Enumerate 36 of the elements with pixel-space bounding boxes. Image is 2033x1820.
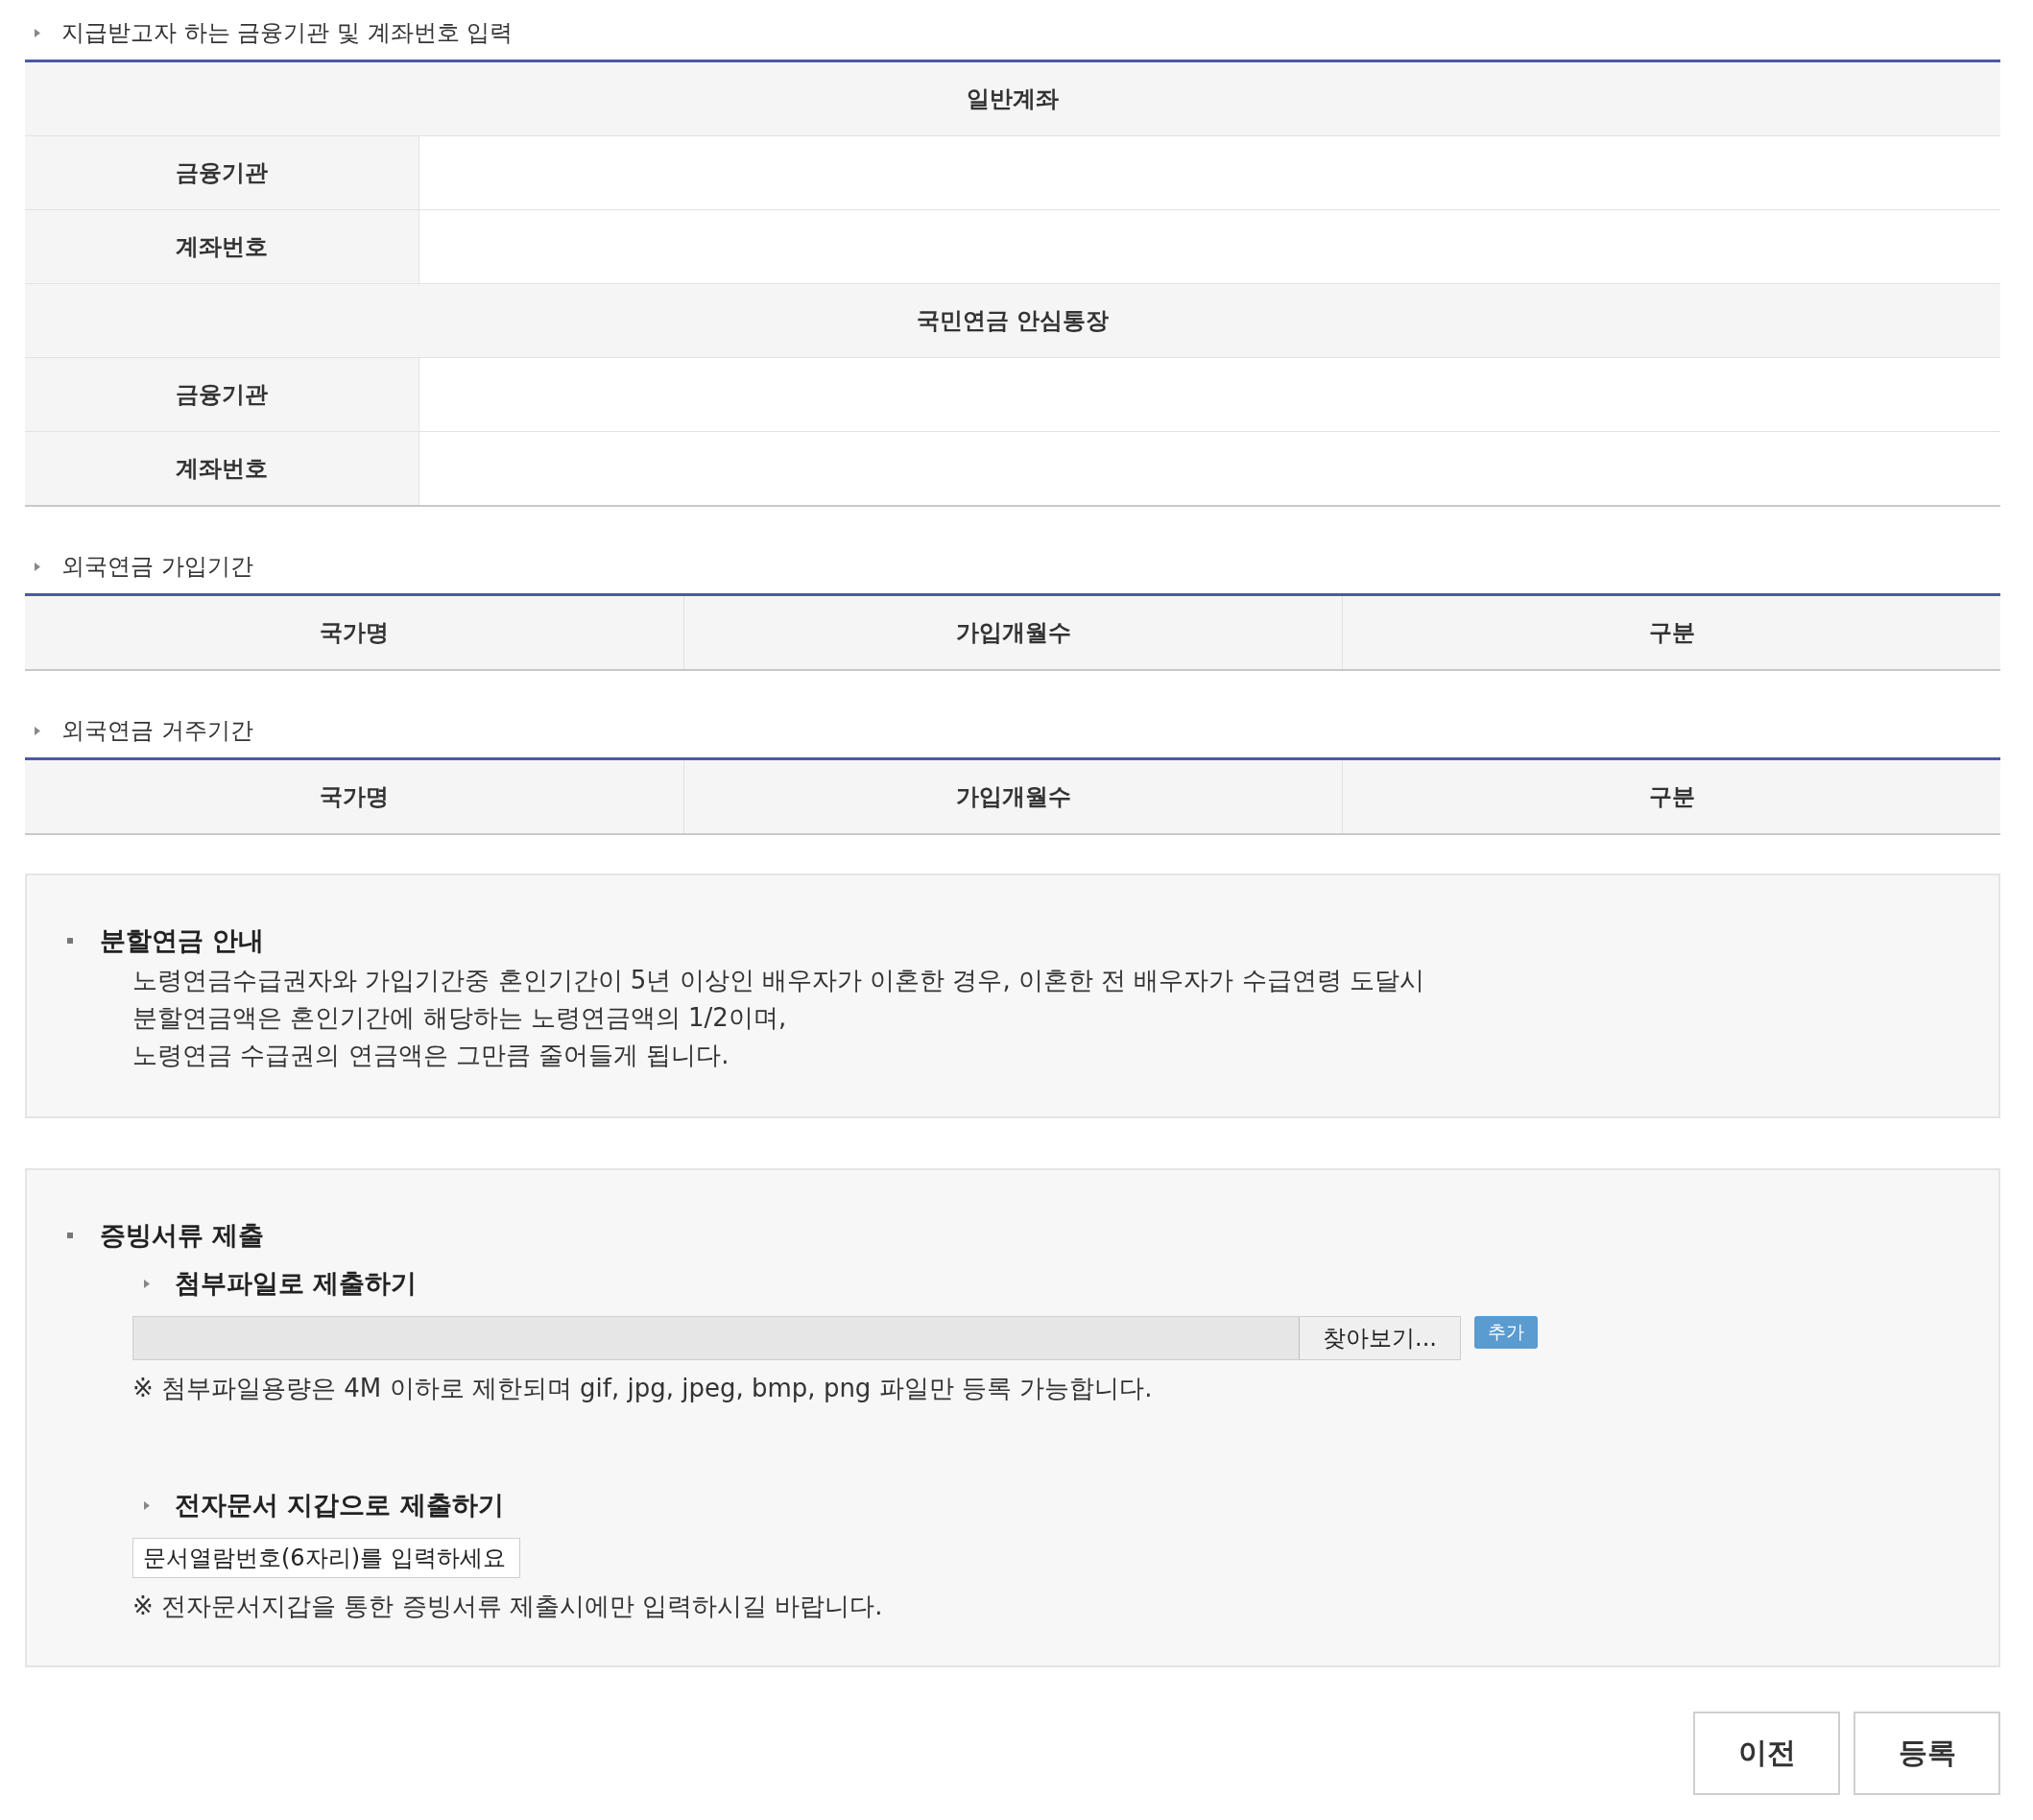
subsection-title: 첨부파일로 제출하기 — [175, 1267, 418, 1300]
column-header: 구분 — [1342, 596, 2000, 669]
column-header: 구분 — [1342, 760, 2000, 833]
subsection-title: 전자문서 지갑으로 제출하기 — [175, 1489, 504, 1521]
triangle-icon — [35, 562, 40, 571]
row-label-cell: 금융기관 — [25, 136, 419, 209]
column-header: 국가명 — [319, 782, 390, 812]
bullet-icon — [67, 938, 73, 944]
section-title: 외국연금 가입기간 — [61, 552, 253, 582]
column-header: 가입개월수 — [683, 596, 1342, 669]
section-title: 지급받고자 하는 금융기관 및 계좌번호 입력 — [61, 18, 514, 48]
evidence-title: 증빙서류 제출 — [100, 1219, 265, 1252]
note-text: ※ 전자문서지갑을 통한 증빙서류 제출시에만 입력하시길 바랍니다. — [132, 1591, 884, 1622]
note-text: ※ 첨부파일용량은 4M 이하로 제한되며 gif, jpg, jpeg, bmp, png 파일만 등록 가능합니다. — [132, 1373, 1154, 1404]
triangle-icon — [35, 726, 40, 735]
section-title: 외국연금 거주기간 — [61, 716, 253, 746]
row-label-cell: 금융기관 — [25, 358, 419, 431]
action-button[interactable]: 이전 — [1693, 1712, 1840, 1795]
column-header: 국가명 — [319, 618, 390, 648]
row-label-cell: 계좌번호 — [25, 432, 419, 505]
notice-text: 노령연금수급권자와 가입기간중 혼인기간이 5년 이상인 배우자가 이혼한 경우, 이혼한 전 배우자가 수급연령 도달시 — [132, 965, 1425, 996]
row-label-cell: 계좌번호 — [25, 210, 419, 283]
notice-text: 분할연금액은 혼인기간에 해당하는 노령연금액의 1/2이며, — [132, 1002, 788, 1034]
triangle-icon — [144, 1279, 150, 1288]
file-field[interactable]: 찾아보기... — [132, 1316, 1461, 1360]
table-header-cell: 일반계좌 — [25, 62, 2000, 136]
browse-button[interactable]: 찾아보기... — [1299, 1317, 1460, 1359]
triangle-icon — [144, 1500, 150, 1510]
column-header: 가입개월수 — [683, 760, 1342, 833]
action-button[interactable]: 등록 — [1854, 1712, 2000, 1795]
triangle-icon — [35, 28, 40, 37]
bullet-icon — [67, 1233, 73, 1238]
notice-text: 노령연금 수급권의 연금액은 그만큼 줄어들게 됩니다. — [132, 1040, 730, 1071]
notice-title: 분할연금 안내 — [100, 924, 265, 957]
table-header-cell: 국민연금 안심통장 — [25, 284, 2000, 358]
document-number-field[interactable]: 문서열람번호(6자리)를 입력하세요 — [132, 1538, 520, 1578]
